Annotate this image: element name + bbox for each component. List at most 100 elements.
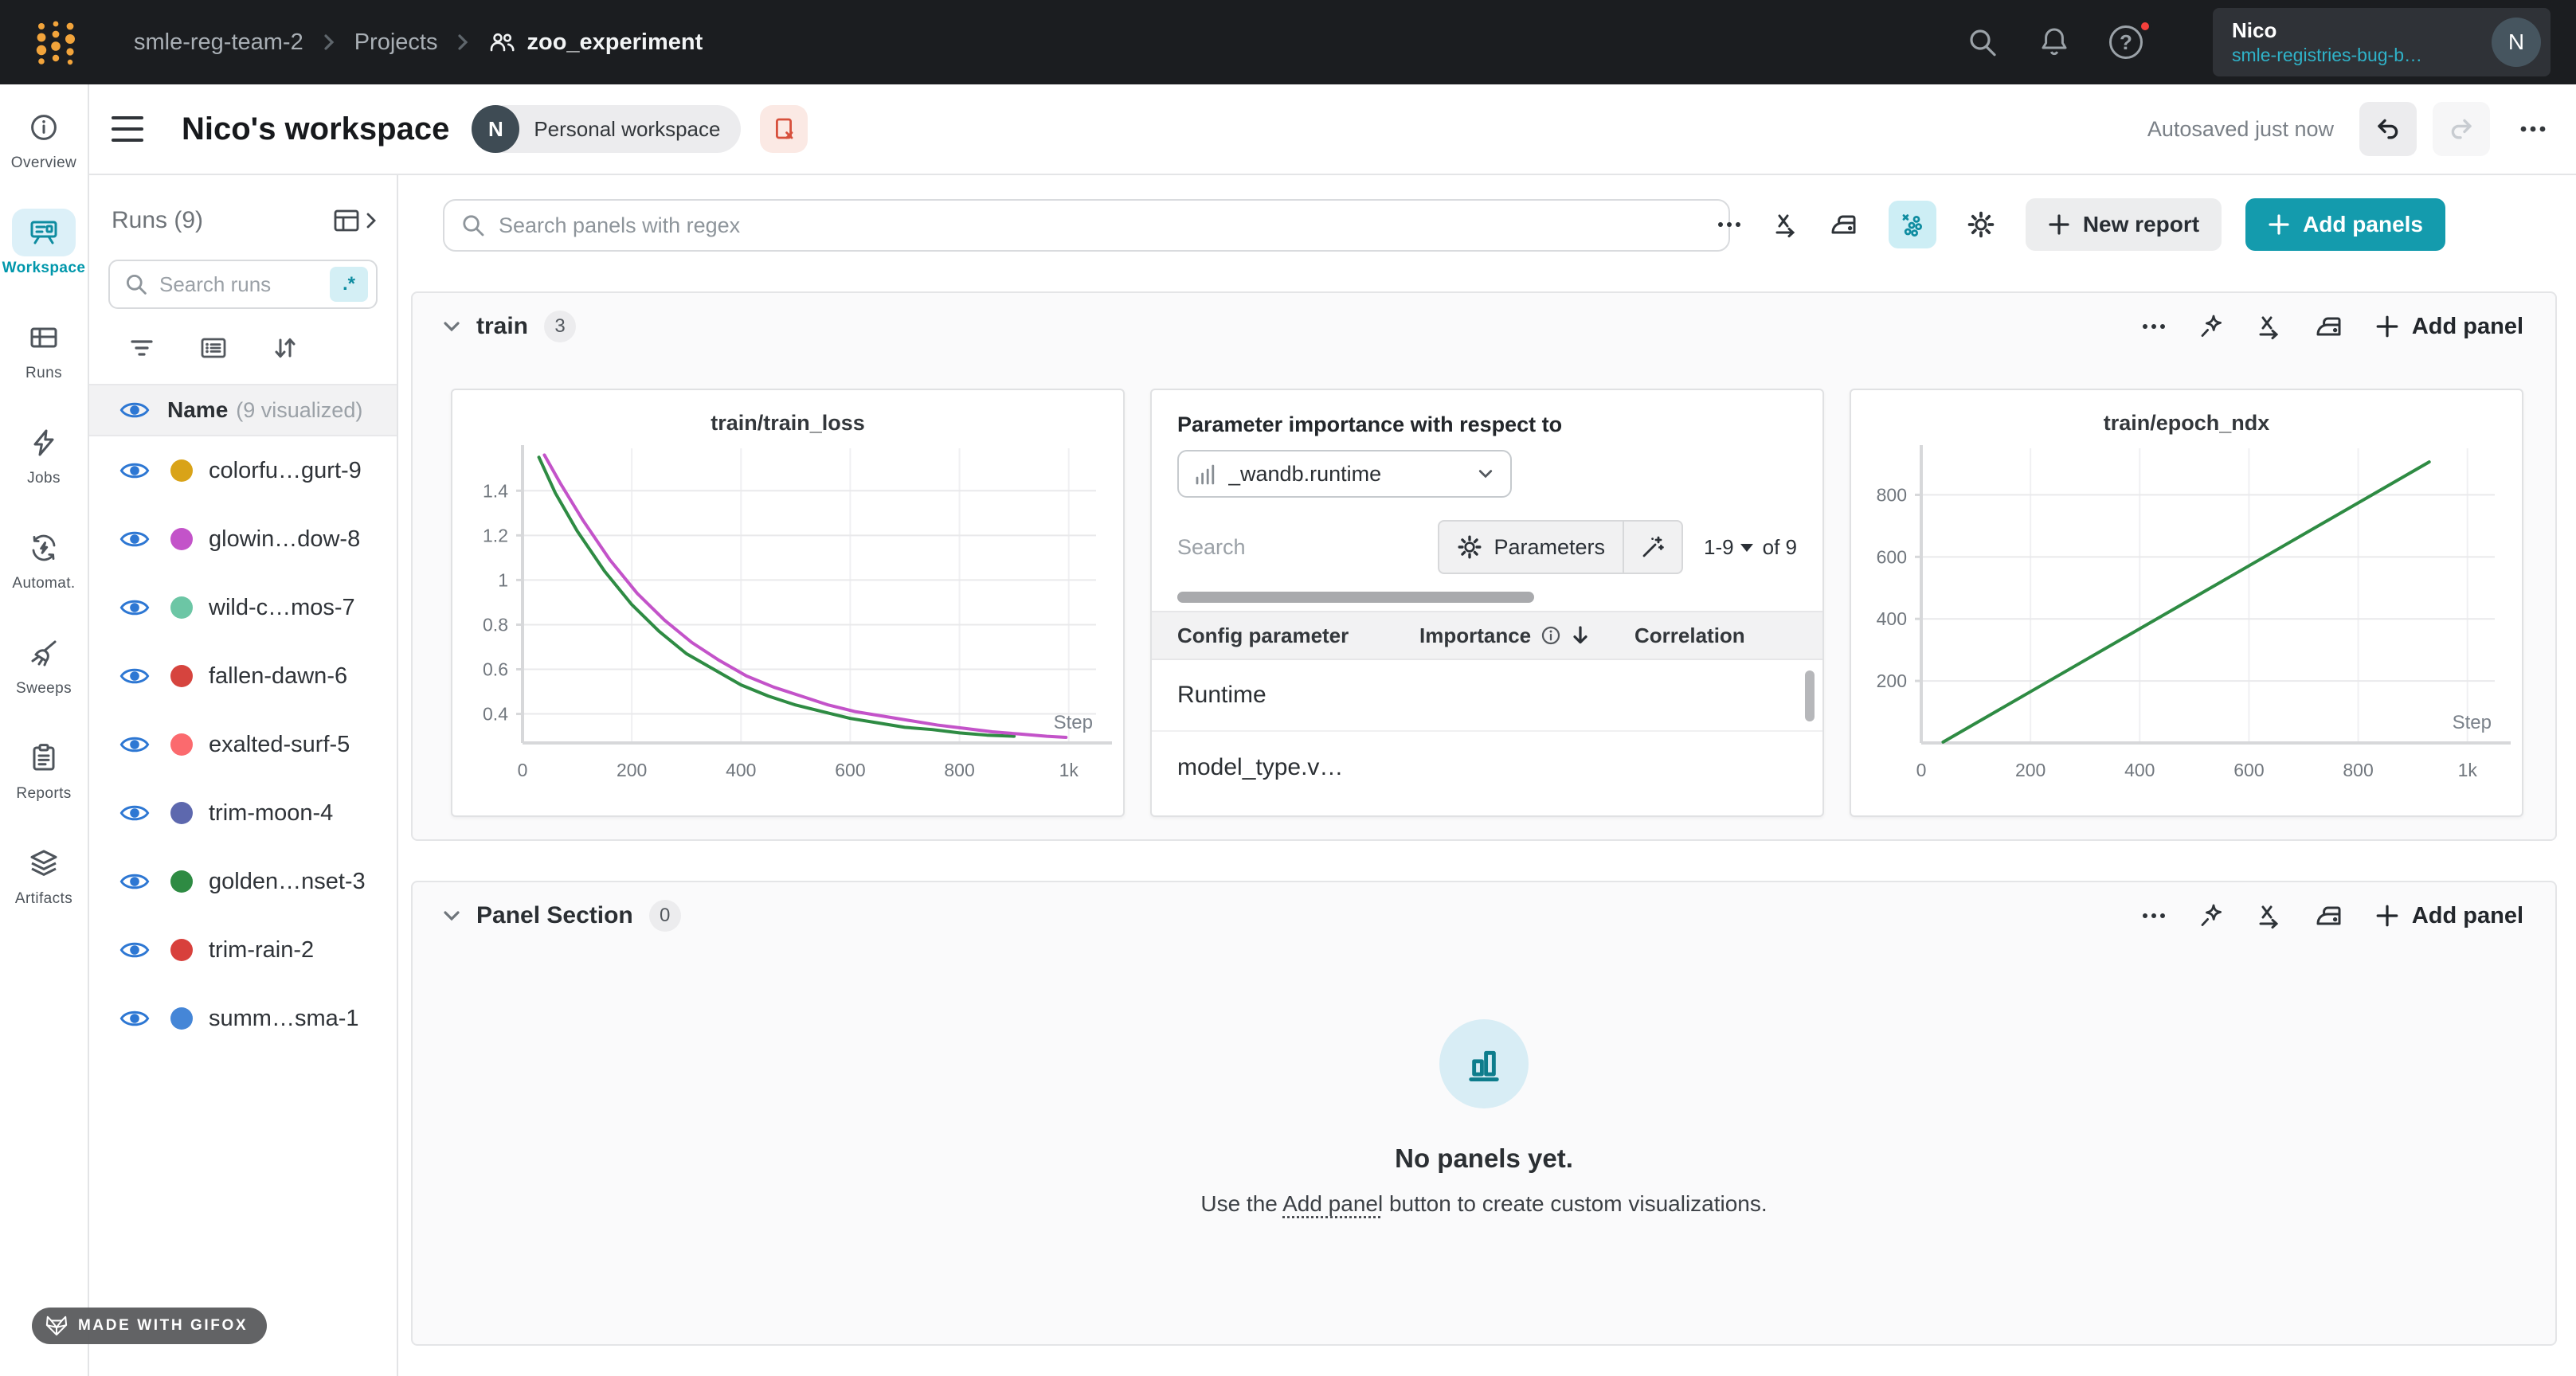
horizontal-scrollbar-thumb[interactable]: [1177, 592, 1534, 603]
visibility-eye-icon[interactable]: [119, 665, 150, 687]
param-name: model_type.v…: [1177, 754, 1419, 781]
regex-toggle[interactable]: .*: [330, 267, 368, 302]
pin-section-icon[interactable]: [2198, 314, 2224, 339]
bar-chart-icon: [1463, 1043, 1505, 1085]
new-report-label: New report: [2083, 212, 2199, 237]
run-row[interactable]: colorfu…gurt-9: [89, 436, 397, 505]
personal-workspace-badge[interactable]: N Personal workspace: [472, 105, 741, 153]
add-panel-button[interactable]: Add panel: [2375, 314, 2523, 340]
col-importance[interactable]: Importance: [1419, 624, 1634, 648]
visibility-eye-icon[interactable]: [119, 459, 150, 482]
horizontal-scrollbar: [1177, 592, 1803, 603]
smoothing-iron-icon[interactable]: [2315, 902, 2343, 929]
user-org-link[interactable]: smle-registries-bug-b…: [2232, 43, 2487, 67]
run-row[interactable]: glowin…dow-8: [89, 505, 397, 573]
filter-funnel-icon[interactable]: [127, 335, 156, 361]
add-panel-link[interactable]: Add panel: [1282, 1191, 1383, 1216]
run-row[interactable]: fallen-dawn-6: [89, 642, 397, 710]
col-config-parameter[interactable]: Config parameter: [1177, 624, 1419, 648]
menu-hamburger-icon[interactable]: [112, 116, 143, 142]
user-menu[interactable]: Nico smle-registries-bug-b… N: [2213, 8, 2551, 76]
empty-subtext: Use the Add panel button to create custo…: [1200, 1191, 1767, 1217]
search-icon: [460, 213, 486, 238]
parameters-button[interactable]: Parameters: [1439, 522, 1623, 573]
sidebar-item-overview[interactable]: Overview: [0, 104, 88, 209]
automations-icon: [28, 532, 60, 564]
visibility-eye-icon[interactable]: [119, 939, 150, 961]
sort-icon[interactable]: [271, 334, 299, 362]
run-row[interactable]: exalted-surf-5: [89, 710, 397, 779]
run-row[interactable]: summ…sma-1: [89, 984, 397, 1053]
visibility-eye-icon[interactable]: [119, 733, 150, 756]
breadcrumb-team[interactable]: smle-reg-team-2: [134, 29, 303, 56]
sidebar-item-workspace[interactable]: Workspace: [0, 209, 88, 314]
notifications-bell-icon[interactable]: [2038, 25, 2071, 59]
chevron-down-icon[interactable]: [441, 316, 462, 337]
undo-button[interactable]: [2359, 102, 2417, 156]
table-row[interactable]: model_type.v…: [1152, 732, 1822, 803]
top-navbar: smle-reg-team-2 Projects zoo_experiment: [0, 0, 2576, 84]
col-correlation[interactable]: Correlation: [1634, 624, 1797, 648]
pin-section-icon[interactable]: [2198, 903, 2224, 928]
x-axis-settings-icon[interactable]: [2256, 902, 2283, 929]
visibility-eye-icon[interactable]: [119, 870, 150, 893]
panels-search-input[interactable]: [499, 213, 1713, 238]
runs-sidebar: Runs (9) .* Name: [89, 175, 398, 1376]
visibility-eye-icon[interactable]: [119, 802, 150, 824]
runs-name-column-header[interactable]: Name: [167, 397, 228, 423]
new-report-button[interactable]: New report: [2026, 198, 2222, 251]
sidebar-item-jobs[interactable]: Jobs: [0, 419, 88, 524]
run-row[interactable]: trim-moon-4: [89, 779, 397, 847]
settings-gear-icon[interactable]: [1967, 210, 1995, 239]
smoothing-iron-icon[interactable]: [2315, 313, 2343, 340]
add-panels-label: Add panels: [2303, 212, 2423, 237]
param-search-input[interactable]: Search: [1177, 535, 1438, 560]
visibility-eye-icon[interactable]: [119, 1007, 150, 1030]
section-overflow-menu[interactable]: [2141, 322, 2167, 330]
x-axis-settings-icon[interactable]: [1772, 211, 1799, 238]
table-row[interactable]: Runtime: [1152, 660, 1822, 732]
header-overflow-menu[interactable]: [2519, 124, 2547, 134]
vertical-scrollbar-thumb[interactable]: [1805, 670, 1815, 721]
breadcrumb-project[interactable]: zoo_experiment: [488, 29, 703, 56]
help-button[interactable]: ?: [2109, 25, 2143, 59]
scatter-settings-active[interactable]: [1889, 201, 1936, 248]
run-row[interactable]: trim-rain-2: [89, 916, 397, 984]
add-panels-button[interactable]: Add panels: [2245, 198, 2445, 251]
main-content: New report Add panels train 3: [398, 175, 2576, 1376]
metric-select-dropdown[interactable]: _wandb.runtime: [1177, 450, 1512, 498]
sidebar-item-reports[interactable]: Reports: [0, 734, 88, 839]
search-icon[interactable]: [1966, 25, 1999, 59]
visibility-eye-icon[interactable]: [119, 399, 150, 421]
smoothing-iron-icon[interactable]: [1830, 211, 1858, 238]
wandb-logo-icon[interactable]: [32, 18, 80, 66]
redo-button[interactable]: [2433, 102, 2490, 156]
runs-search-input[interactable]: [159, 272, 330, 297]
group-list-icon[interactable]: [199, 335, 228, 361]
run-row[interactable]: golden…nset-3: [89, 847, 397, 916]
magic-wand-button[interactable]: [1624, 522, 1681, 573]
panel-train-loss[interactable]: train/train_loss 0.40.60.811.21.40200400…: [451, 389, 1125, 817]
sidebar-item-runs[interactable]: Runs: [0, 314, 88, 419]
sidebar-item-sweeps[interactable]: Sweeps: [0, 629, 88, 734]
clear-workspace-button[interactable]: [760, 105, 808, 153]
panel-epoch-ndx[interactable]: train/epoch_ndx 200400600800020040060080…: [1850, 389, 2523, 817]
pagination-range-dropdown[interactable]: 1-9: [1704, 535, 1753, 560]
add-panel-button[interactable]: Add panel: [2375, 903, 2523, 929]
expand-runs-table-button[interactable]: [333, 207, 378, 234]
visibility-eye-icon[interactable]: [119, 528, 150, 550]
visibility-eye-icon[interactable]: [119, 596, 150, 619]
run-row[interactable]: wild-c…mos-7: [89, 573, 397, 642]
toolbar-overflow-menu[interactable]: [1717, 221, 1742, 229]
panel-parameter-importance[interactable]: Parameter importance with respect to _wa…: [1150, 389, 1824, 817]
section-title[interactable]: train: [476, 313, 528, 340]
breadcrumb-projects[interactable]: Projects: [354, 29, 438, 56]
section-overflow-menu[interactable]: [2141, 912, 2167, 920]
sidebar-item-automations[interactable]: Automat.: [0, 524, 88, 629]
section-title[interactable]: Panel Section: [476, 902, 633, 929]
chevron-down-icon[interactable]: [441, 905, 462, 926]
avatar[interactable]: N: [2492, 18, 2541, 67]
x-axis-settings-icon[interactable]: [2256, 313, 2283, 340]
sidebar-item-artifacts[interactable]: Artifacts: [0, 839, 88, 944]
section-train-header: train 3 Add panel: [413, 293, 2555, 360]
